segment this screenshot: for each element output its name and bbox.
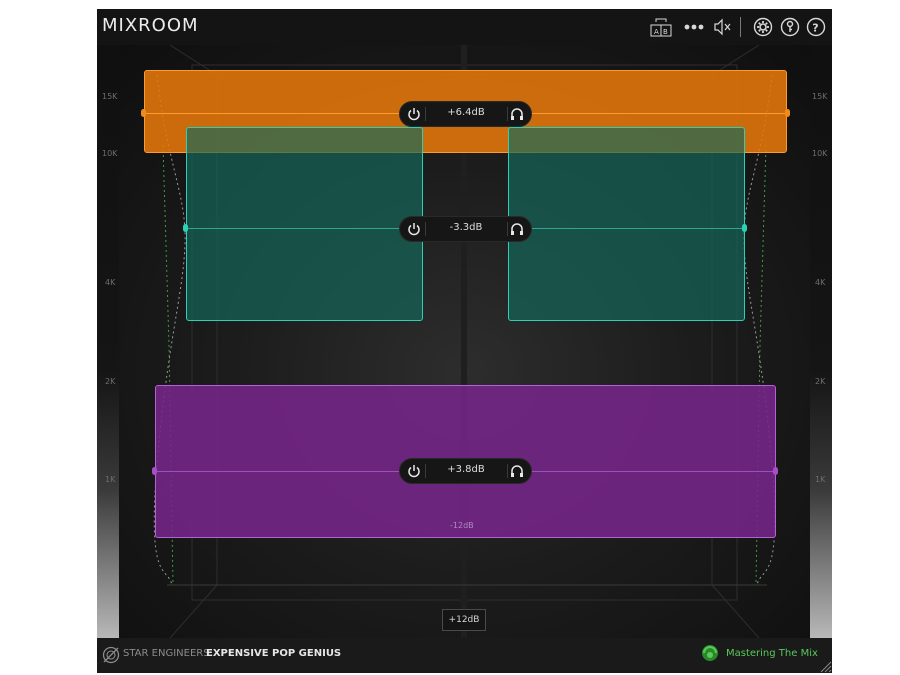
right-level-meter bbox=[810, 45, 832, 638]
band-mid-right[interactable] bbox=[508, 127, 745, 321]
settings-icon[interactable] bbox=[753, 17, 773, 37]
freq-tick-2k: 2K bbox=[105, 377, 116, 386]
freq-tick-right-1k: 1K bbox=[815, 475, 826, 484]
band-low-right-handle[interactable] bbox=[773, 467, 778, 475]
mastering-the-mix-logo-icon bbox=[702, 645, 718, 661]
band-mid-gain[interactable]: -3.3dB bbox=[426, 222, 506, 233]
key-icon[interactable] bbox=[780, 17, 800, 37]
left-level-meter bbox=[97, 45, 119, 638]
help-icon[interactable]: ? bbox=[806, 17, 826, 37]
output-gain-readout[interactable]: +12dB bbox=[442, 609, 486, 631]
control-divider bbox=[507, 107, 508, 121]
svg-text:B: B bbox=[663, 28, 668, 36]
freq-tick-1k: 1K bbox=[105, 475, 116, 484]
freq-tick-right-15k: 15K bbox=[812, 92, 828, 101]
svg-text:A: A bbox=[654, 28, 659, 36]
band-low-range-label: -12dB bbox=[450, 521, 474, 530]
freq-tick-right-4k: 4K bbox=[815, 278, 826, 287]
freq-tick-right-10k: 10K bbox=[812, 149, 828, 158]
control-divider bbox=[507, 222, 508, 236]
band-high-control: +6.4dB bbox=[399, 101, 532, 127]
brand-company: STAR ENGINEERS bbox=[123, 648, 210, 659]
band-mid-left-handle[interactable] bbox=[183, 224, 188, 232]
band-high-right-handle[interactable] bbox=[785, 109, 790, 117]
band-high-gain[interactable]: +6.4dB bbox=[426, 107, 506, 118]
power-icon[interactable] bbox=[406, 106, 422, 122]
star-engineers-logo-icon bbox=[102, 646, 120, 664]
band-mid-left[interactable] bbox=[186, 127, 423, 321]
mix-room-visualizer[interactable]: 15K 10K 4K 2K 1K 15K 10K 4K 2K 1K +6.4dB… bbox=[97, 45, 832, 638]
partner-link[interactable]: Mastering The Mix bbox=[726, 648, 818, 659]
more-icon[interactable] bbox=[683, 17, 705, 37]
freq-tick-15k: 15K bbox=[102, 92, 118, 101]
ab-compare-icon[interactable]: A B bbox=[648, 17, 674, 37]
brand-product: EXPENSIVE POP GENIUS bbox=[206, 648, 342, 659]
resize-grip-icon[interactable] bbox=[818, 659, 832, 673]
band-high-left-handle[interactable] bbox=[141, 109, 146, 117]
freq-tick-4k: 4K bbox=[105, 278, 116, 287]
headphones-icon[interactable] bbox=[509, 106, 525, 122]
svg-text:?: ? bbox=[812, 22, 818, 35]
band-mid-right-handle[interactable] bbox=[742, 224, 747, 232]
power-icon[interactable] bbox=[406, 463, 422, 479]
footer: STAR ENGINEERS EXPENSIVE POP GENIUS Mast… bbox=[97, 638, 832, 673]
app-title: MIXROOM bbox=[102, 15, 199, 36]
band-mid-control: -3.3dB bbox=[399, 216, 532, 242]
control-divider bbox=[507, 464, 508, 478]
freq-tick-right-2k: 2K bbox=[815, 377, 826, 386]
headphones-icon[interactable] bbox=[509, 463, 525, 479]
mute-icon[interactable] bbox=[713, 17, 733, 37]
headphones-icon[interactable] bbox=[509, 221, 525, 237]
toolbar-divider bbox=[740, 17, 741, 37]
band-low-left-handle[interactable] bbox=[152, 467, 157, 475]
freq-tick-10k: 10K bbox=[102, 149, 118, 158]
power-icon[interactable] bbox=[406, 221, 422, 237]
mixroom-plugin-window: MIXROOM A B ? 15K 10K 4K 2K 1K 15K 10K 4… bbox=[97, 9, 832, 673]
band-low-gain[interactable]: +3.8dB bbox=[426, 464, 506, 475]
title-bar: MIXROOM A B ? bbox=[97, 9, 832, 45]
band-low-control: +3.8dB bbox=[399, 458, 532, 484]
